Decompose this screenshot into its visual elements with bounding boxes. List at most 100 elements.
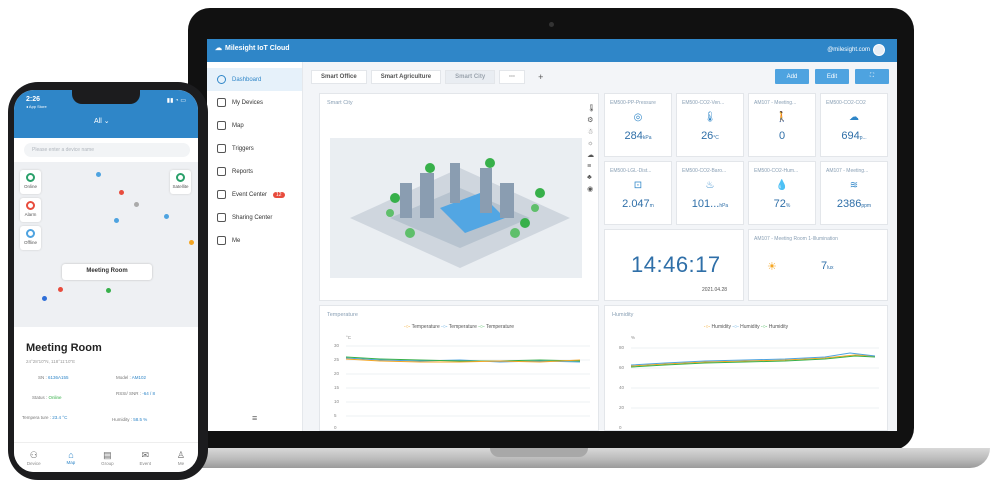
tab-smart-city[interactable]: Smart City [445, 70, 496, 84]
tile-title: EM500-LGL-Dist... [610, 168, 652, 174]
map-marker[interactable] [134, 202, 139, 207]
map-marker[interactable] [114, 218, 119, 223]
nav-me[interactable]: ♙ Me [177, 450, 185, 466]
signal-battery-icon: ▮▮ ◔ ▭ [166, 98, 186, 104]
tile-co2[interactable]: EM500-CO2-CO2 ☁ 694p... [820, 93, 888, 157]
avatar[interactable] [873, 44, 885, 56]
reports-icon [217, 167, 226, 176]
map-marker[interactable] [119, 190, 124, 195]
sidebar-item-label: My Devices [232, 99, 264, 106]
map-marker[interactable] [96, 172, 101, 177]
tile-value: 694p... [821, 130, 887, 142]
tile-value-number: 2386 [836, 198, 862, 210]
map-marker[interactable] [189, 240, 194, 245]
tab-more[interactable]: ··· [499, 70, 526, 84]
app-logo[interactable]: ☁ Milesight IoT Cloud [215, 44, 290, 53]
sidebar-item-label: Reports [232, 168, 254, 175]
user-menu[interactable]: @milesight.com [827, 44, 885, 56]
y-tick: 60 [619, 365, 625, 370]
tile-value-number: 694 [841, 130, 860, 142]
location-icon[interactable]: ◉ [587, 185, 596, 193]
tab-smart-office[interactable]: Smart Office [311, 70, 367, 84]
y-tick: 20 [619, 405, 625, 410]
y-tick: 25 [334, 357, 340, 362]
map-card-title: Smart City [327, 100, 353, 106]
user-icon [217, 236, 226, 245]
laptop-notch [490, 448, 588, 457]
sidebar-item-label: Map [232, 122, 244, 129]
map-tools: 🌡 ⚙ ☃ ☼ ☁ ≡ ♣ ◉ [587, 104, 596, 193]
phone-header: 2:26 ◂ App Store ▮▮ ◔ ▭ All ⌄ [14, 90, 198, 138]
phone-map[interactable]: Online Alarm Offline Satellite [14, 162, 198, 327]
sidebar-item-label: Triggers [232, 145, 254, 152]
sun-icon[interactable]: ☼ [587, 140, 596, 147]
map-card: Smart City 🌡 ⚙ ☃ ☼ ☁ ≡ ♣ ◉ [319, 93, 599, 301]
phone-screen: 2:26 ◂ App Store ▮▮ ◔ ▭ All ⌄ Please ent… [14, 90, 198, 472]
devices-icon [217, 98, 226, 107]
sidebar-item-me[interactable]: Me [207, 229, 302, 252]
tile-humidity[interactable]: EM500-CO2-Hum... 💧 72% [748, 161, 816, 225]
thermometer-icon[interactable]: 🌡 [587, 104, 596, 112]
cloud-icon[interactable]: ☁ [587, 151, 596, 159]
detail-key: Humidity : [112, 417, 133, 422]
sidebar-item-sharing-center[interactable]: Sharing Center [207, 206, 302, 229]
map-marker[interactable] [164, 214, 169, 219]
dashboard-icon [217, 75, 226, 84]
add-tab-button[interactable]: + [529, 69, 552, 85]
cloud-icon: ☁ [215, 45, 222, 52]
meeting-room-marker-label[interactable]: Meeting Room [62, 264, 152, 280]
y-tick: 10 [334, 399, 340, 404]
device-detail-panel: Meeting Room 24°28'10"N, 118°11'10"E SN … [14, 328, 198, 446]
phone-notch [72, 90, 140, 104]
nav-event[interactable]: ✉ Event [140, 450, 152, 466]
laptop-camera [549, 22, 554, 27]
edit-button[interactable]: Edit [815, 69, 849, 84]
map-marker[interactable] [58, 287, 63, 292]
offline-filter-button[interactable]: Offline [20, 226, 41, 250]
y-tick: 0 [619, 425, 622, 430]
sidebar-item-reports[interactable]: Reports [207, 160, 302, 183]
alarm-filter-button[interactable]: Alarm [20, 198, 41, 222]
gear-icon[interactable]: ⚙ [587, 116, 596, 124]
nav-map[interactable]: ⌂ Map [67, 450, 76, 465]
illumination-card[interactable]: AM107 - Meeting Room 1-Illumination ☀ 7l… [748, 229, 888, 301]
sidebar-item-triggers[interactable]: Triggers [207, 137, 302, 160]
humidity-icon: 💧 [775, 180, 789, 191]
tile-title: EM500-CO2-Baro... [682, 168, 727, 174]
sidebar-item-event-center[interactable]: Event Center 12 [207, 183, 302, 206]
tile-occupancy[interactable]: AM107 - Meeting... 🚶 0 [748, 93, 816, 157]
tab-smart-agriculture[interactable]: Smart Agriculture [370, 70, 442, 84]
sidebar-item-my-devices[interactable]: My Devices [207, 91, 302, 114]
nav-label: Group [101, 460, 114, 466]
y-tick: 80 [619, 345, 625, 350]
collapse-menu-icon[interactable]: ≡ [252, 413, 257, 423]
tile-tvoc[interactable]: AM107 - Meeting... ≋ 2386ppm [820, 161, 888, 225]
map-marker[interactable] [106, 288, 111, 293]
tile-value-number: 72 [773, 198, 786, 210]
device-filter[interactable]: All ⌄ [94, 117, 110, 125]
tile-distance[interactable]: EM500-LGL-Dist... ⊡ 2.047m [604, 161, 672, 225]
detail-value: -64 / 8 [142, 391, 156, 396]
tile-barometer[interactable]: EM500-CO2-Baro... ♨ 101...hPa [676, 161, 744, 225]
sidebar-item-label: Event Center [232, 191, 268, 198]
person-icon[interactable]: ☃ [587, 128, 596, 136]
signal-icon[interactable]: ≡ [587, 163, 596, 170]
sidebar-item-dashboard[interactable]: Dashboard [207, 68, 302, 91]
device-search-input[interactable]: Please enter a device name [24, 143, 190, 157]
tree-icon[interactable]: ♣ [587, 174, 596, 181]
fullscreen-button[interactable]: ⛶ [855, 69, 889, 84]
nav-group[interactable]: ▤ Group [101, 450, 114, 466]
sidebar-item-map[interactable]: Map [207, 114, 302, 137]
detail-value: AM102 [131, 375, 147, 380]
y-tick: 15 [334, 385, 340, 390]
nav-device[interactable]: ⚇ Device [27, 450, 41, 466]
phone-back-link[interactable]: ◂ App Store [26, 104, 47, 109]
map-marker[interactable] [42, 296, 47, 301]
barometer-icon: ♨ [705, 180, 715, 191]
tile-temperature[interactable]: EM500-CO2-Ven... 🌡 26°C [676, 93, 744, 157]
satellite-button[interactable]: Satellite [170, 170, 191, 194]
tile-pressure[interactable]: EM500-PP-Pressure ◎ 284kPa [604, 93, 672, 157]
device-coordinates: 24°28'10"N, 118°11'10"E [26, 359, 76, 364]
add-button[interactable]: Add [775, 69, 809, 84]
online-filter-button[interactable]: Online [20, 170, 41, 194]
